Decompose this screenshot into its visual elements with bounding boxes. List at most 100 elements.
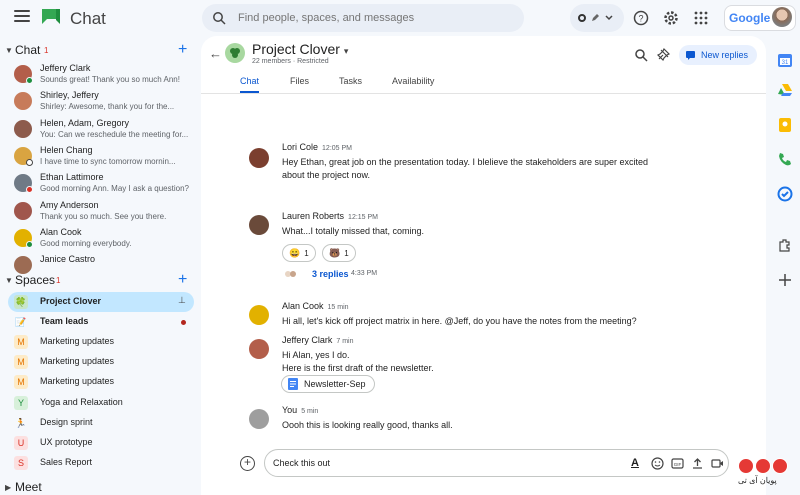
add-attachment-button[interactable]: + xyxy=(240,456,255,471)
caret-down-icon: ▼ xyxy=(5,275,13,285)
spaces-unread-count: 1 xyxy=(56,276,61,285)
dm-preview: Good morning everybody. xyxy=(40,238,132,248)
dm-name: Janice Castro xyxy=(40,254,96,265)
message-sender: Alan Cook 15 min xyxy=(282,301,349,311)
thread-time: 4:33 PM xyxy=(351,270,378,277)
dm-list-item[interactable]: Amy Anderson Thank you so much. See you t… xyxy=(0,199,190,226)
app-title: Chat xyxy=(70,9,106,28)
calendar-icon[interactable]: 31 xyxy=(777,52,793,68)
space-item[interactable]: 🍀 Project Clover ⊥ xyxy=(8,292,194,312)
space-title[interactable]: Project Clover ▾ xyxy=(252,41,348,57)
attachment-chip[interactable]: Newsletter-Sep xyxy=(281,375,375,393)
tab-availability[interactable]: Availability xyxy=(392,76,434,91)
top-bar: Chat ? Google xyxy=(0,0,800,36)
search-bar[interactable] xyxy=(202,4,524,32)
dm-list-item[interactable]: Alan Cook Good morning everybody. xyxy=(0,226,190,253)
dm-list-item[interactable]: Jeffery Clark Sounds great! Thank you so … xyxy=(0,62,190,89)
chevron-down-icon xyxy=(605,15,613,21)
avatar[interactable] xyxy=(249,339,269,359)
keep-icon[interactable] xyxy=(777,117,793,133)
back-arrow-icon[interactable]: ← xyxy=(209,46,222,61)
caret-down-icon: ▼ xyxy=(5,45,13,55)
dm-preview: I have time to sync tomorrow mornin... xyxy=(40,156,176,166)
tab-chat[interactable]: Chat xyxy=(240,76,260,93)
thread-replies-link[interactable]: 3 replies xyxy=(312,269,349,279)
chat-logo-icon xyxy=(42,9,60,24)
space-item[interactable]: M Marketing updates xyxy=(8,372,194,392)
message-composer[interactable]: A GIF xyxy=(264,449,729,477)
new-replies-button[interactable]: New replies xyxy=(679,45,757,65)
new-space-button[interactable]: + xyxy=(178,272,187,288)
space-item[interactable]: U UX prototype xyxy=(8,433,194,453)
avatar[interactable] xyxy=(249,215,269,235)
drive-icon[interactable] xyxy=(777,82,793,98)
message-input[interactable] xyxy=(273,458,613,468)
space-item[interactable]: 📝 Team leads xyxy=(8,312,194,332)
watermark-text: پویان آی تی xyxy=(738,476,777,485)
user-avatar[interactable] xyxy=(772,7,792,27)
spaces-section-header[interactable]: ▼ Spaces 1 + xyxy=(0,270,200,290)
dm-name: Amy Anderson xyxy=(40,199,99,210)
upload-icon[interactable] xyxy=(691,457,704,470)
avatar[interactable] xyxy=(249,305,269,325)
space-item[interactable]: S Sales Report xyxy=(8,453,194,473)
space-icon: 🏃 xyxy=(15,417,27,428)
reaction-chip[interactable]: 😀 1 xyxy=(282,244,316,262)
message-sender: Lauren Roberts 12:15 PM xyxy=(282,211,379,221)
format-text-icon[interactable]: A xyxy=(631,457,644,470)
space-icon: M xyxy=(14,375,28,390)
avatar[interactable] xyxy=(249,409,269,429)
space-label: Yoga and Relaxation xyxy=(40,396,123,407)
space-icon: S xyxy=(14,455,28,470)
tasks-icon[interactable] xyxy=(777,186,793,202)
space-item[interactable]: M Marketing updates xyxy=(8,352,194,372)
dm-list-item[interactable]: Helen Chang I have time to sync tomorrow … xyxy=(0,144,190,171)
space-item[interactable]: 🏃 Design sprint xyxy=(8,413,194,433)
add-icon[interactable] xyxy=(777,272,793,288)
avatar xyxy=(14,92,32,111)
presence-indicator xyxy=(26,77,33,84)
dm-list-item[interactable]: Helen, Adam, Gregory You: Can we reschedu… xyxy=(0,117,190,144)
avatar xyxy=(14,201,32,220)
status-selector[interactable] xyxy=(570,4,624,32)
gear-icon[interactable] xyxy=(663,10,679,26)
presence-indicator xyxy=(26,158,33,166)
new-chat-button[interactable]: + xyxy=(178,42,187,58)
chat-section-header[interactable]: ▼ Chat 1 + xyxy=(0,40,200,60)
gif-icon[interactable]: GIF xyxy=(671,457,684,470)
tab-tasks[interactable]: Tasks xyxy=(339,76,362,91)
tab-files[interactable]: Files xyxy=(290,76,309,91)
search-input[interactable] xyxy=(238,12,518,24)
phone-icon[interactable] xyxy=(777,151,793,167)
dm-preview: You: Can we reschedule the meeting for..… xyxy=(40,129,189,139)
apps-grid-icon[interactable] xyxy=(693,10,709,26)
message-text: Hi Alan, yes I do. xyxy=(282,350,350,360)
status-icon xyxy=(578,14,586,22)
pin-off-icon[interactable] xyxy=(656,48,670,62)
main-menu-button[interactable] xyxy=(14,10,30,24)
addons-icon[interactable] xyxy=(777,237,793,253)
video-call-icon[interactable] xyxy=(711,457,724,470)
search-icon[interactable] xyxy=(634,48,648,62)
space-label: Team leads xyxy=(40,316,89,327)
space-label: Marketing updates xyxy=(40,356,115,367)
avatar[interactable] xyxy=(249,148,269,168)
message-text: Hey Ethan, great job on the presentation… xyxy=(282,157,649,167)
space-icon: M xyxy=(14,335,28,350)
dm-list-item[interactable]: Shirley, Jeffery Shirley: Awesome, thank … xyxy=(0,89,190,116)
dm-preview: Thank you so much. See you there. xyxy=(40,211,167,221)
space-item[interactable]: M Marketing updates xyxy=(8,332,194,352)
help-icon[interactable]: ? xyxy=(633,10,649,26)
reaction-chip[interactable]: 🐻 1 xyxy=(322,244,356,262)
search-icon xyxy=(213,12,226,25)
pin-icon[interactable]: ⊥ xyxy=(178,295,186,306)
thread-icon xyxy=(686,50,695,60)
message-sender: You 5 min xyxy=(282,405,319,415)
dm-list-item[interactable]: Ethan Lattimore Good morning Ann. May I a… xyxy=(0,171,190,198)
sidebar: ▼ Chat 1 + Jeffery Clark Sounds great! Th… xyxy=(0,36,200,495)
space-item[interactable]: Y Yoga and Relaxation xyxy=(8,393,194,413)
message-time: 7 min xyxy=(336,338,354,345)
new-replies-label: New replies xyxy=(701,50,749,60)
meet-section-header[interactable]: ▶ Meet xyxy=(0,477,200,495)
emoji-picker-icon[interactable] xyxy=(651,457,664,470)
